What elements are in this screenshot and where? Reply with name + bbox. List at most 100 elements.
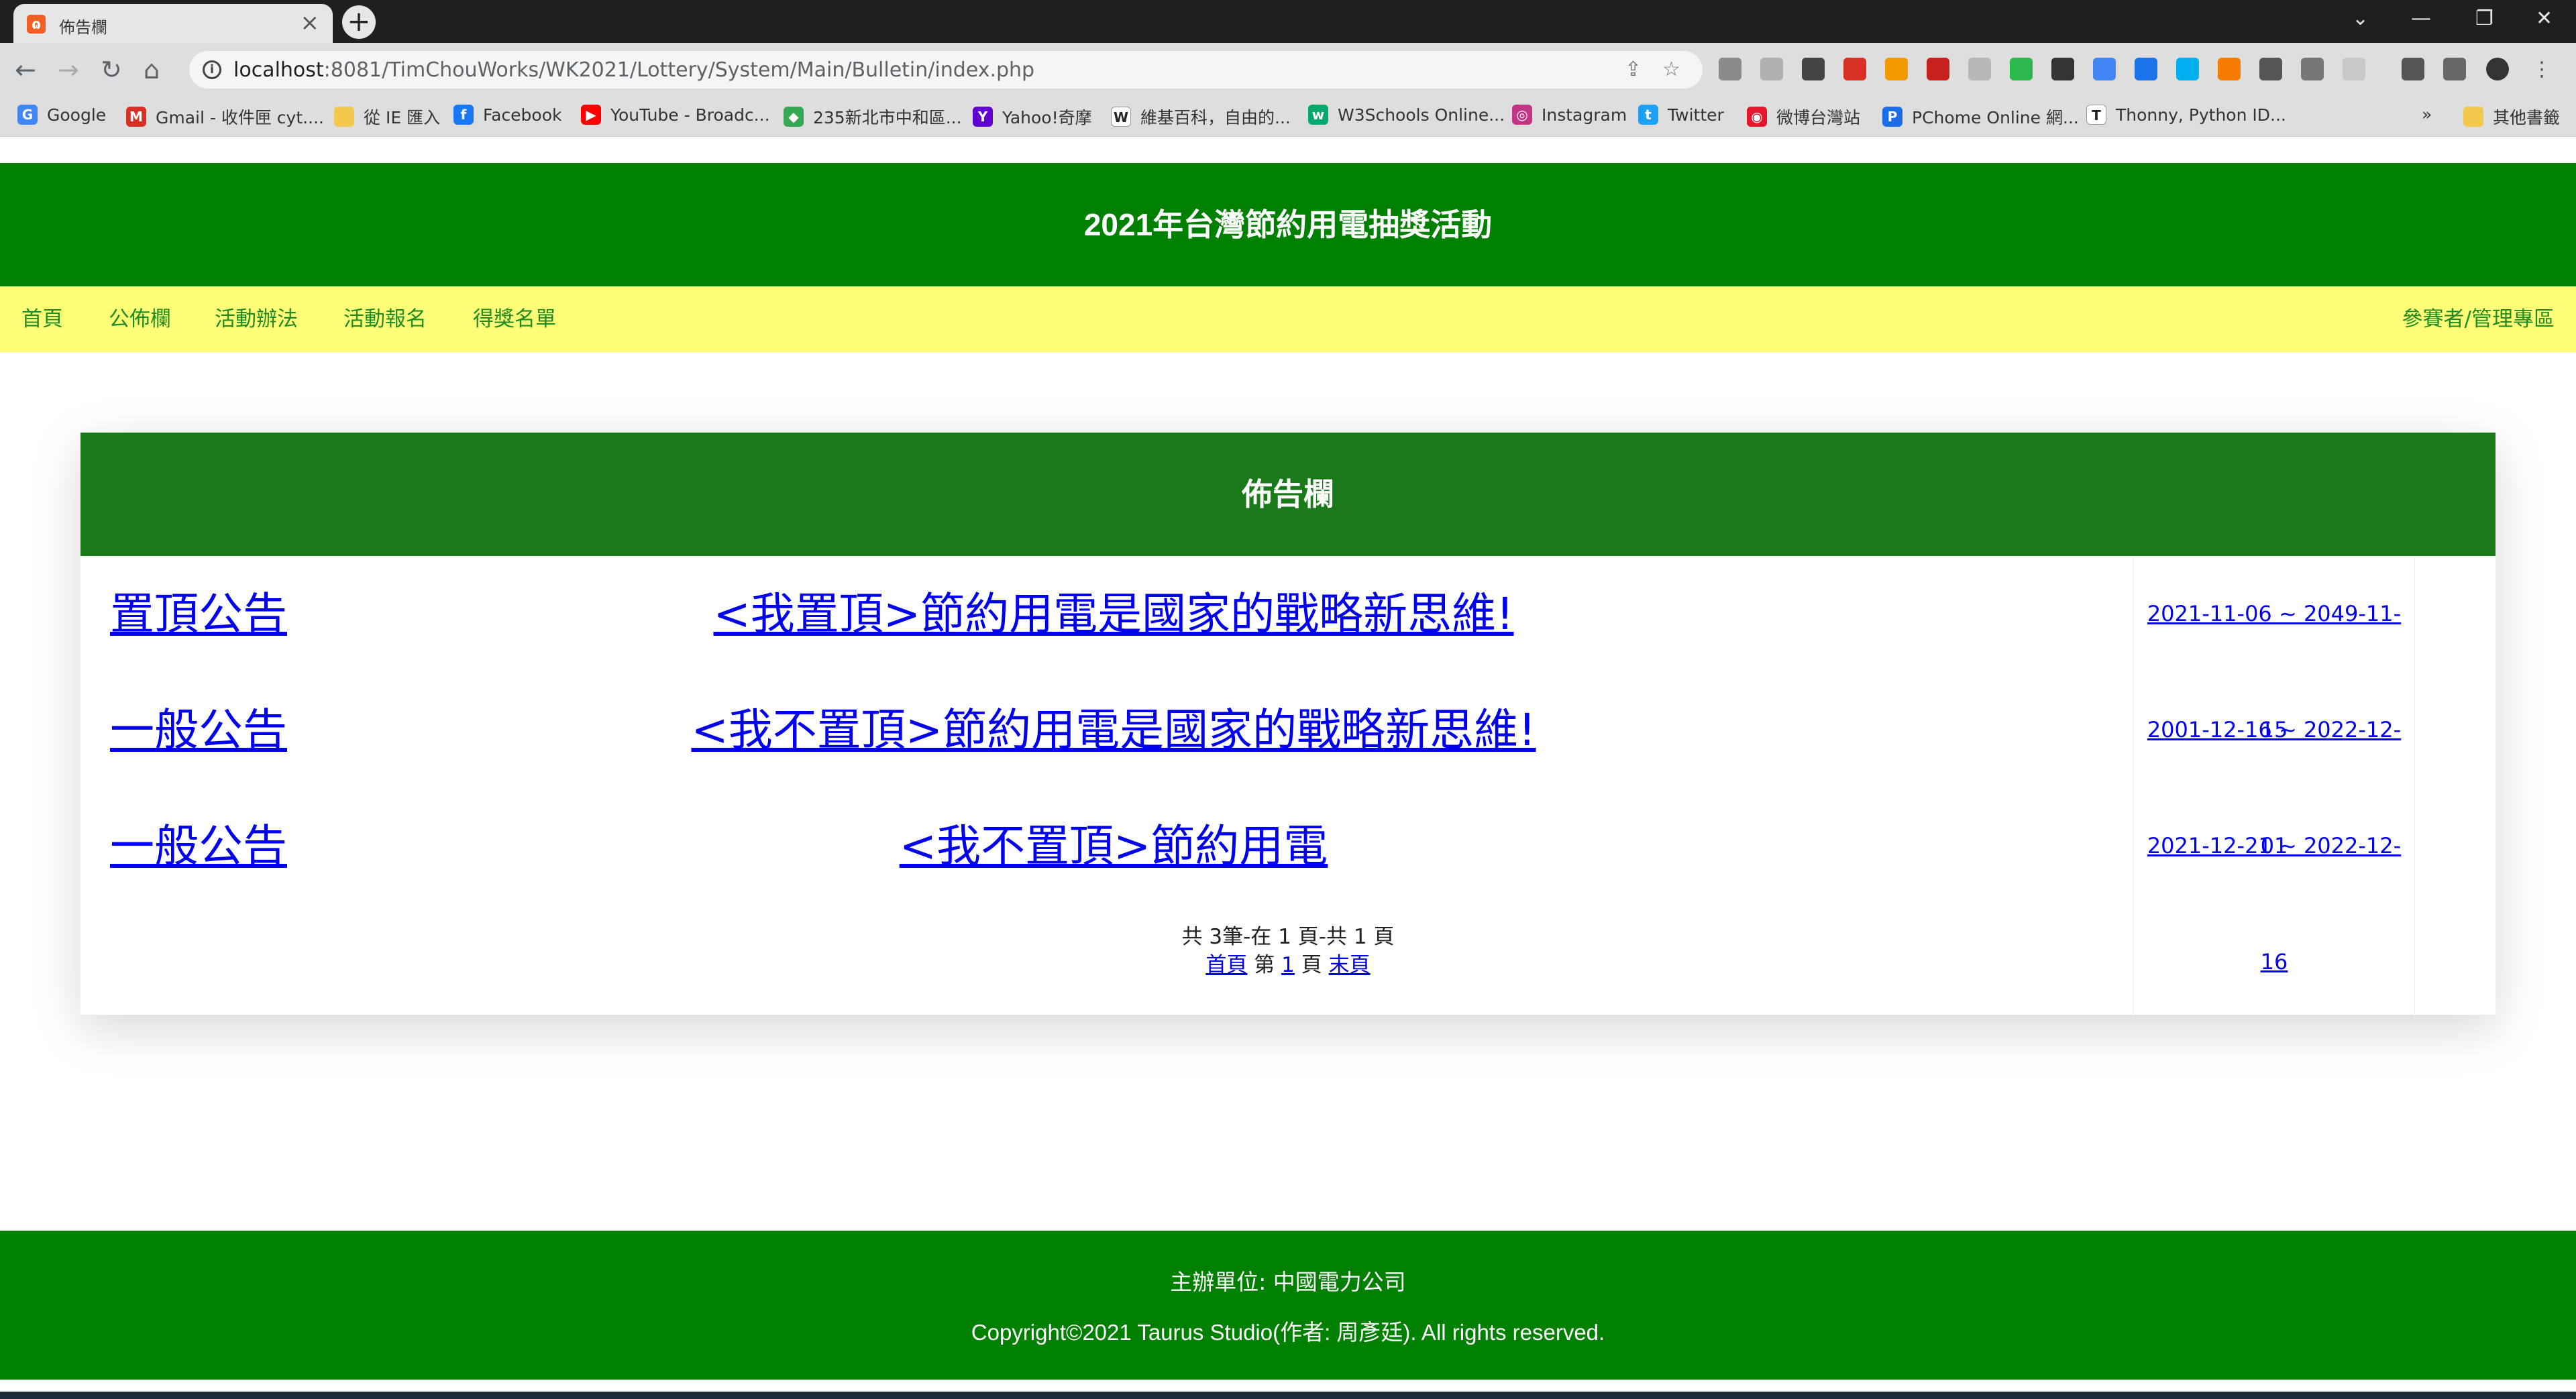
avatar[interactable]	[2486, 58, 2509, 80]
bulletin-panel: 佈告欄 置頂公告 <我置頂>節約用電是國家的戰略新思維! 2021-11-06 …	[80, 433, 2496, 1020]
skype-icon[interactable]	[2176, 58, 2199, 80]
bulletin-heading: 佈告欄	[80, 433, 2496, 556]
xampp-icon: ɷ	[27, 15, 46, 34]
extension-icon[interactable]	[2343, 58, 2365, 80]
bookmark-item[interactable]: 從 IE 匯入	[334, 105, 440, 129]
side-panel-icon[interactable]	[2443, 58, 2466, 80]
pager-text: 頁-共	[1297, 925, 1347, 949]
menu-icon[interactable]: ⋮	[2530, 58, 2553, 81]
bookmark-label: 從 IE 匯入	[364, 108, 441, 127]
back-arrow-icon[interactable]: ←	[15, 55, 36, 85]
bookmark-label: Gmail - 收件匣 cyt....	[156, 108, 324, 127]
gmail-icon: M	[126, 107, 146, 127]
bulletin-row: 置頂公告 <我置頂>節約用電是國家的戰略新思維! 2021-11-06 ~ 20…	[80, 556, 2496, 788]
nav-member-area[interactable]: 參賽者/管理專區	[2402, 286, 2555, 352]
extension-icon[interactable]	[1968, 58, 1991, 80]
bulletin-type-link[interactable]: 置頂公告	[110, 556, 287, 672]
pager-text: 頁	[1301, 953, 1322, 977]
minimize-button[interactable]: —	[2411, 4, 2431, 34]
bookmark-item[interactable]: ◉ 微博台灣站	[1747, 105, 1860, 129]
bulletin-type-link[interactable]: 一般公告	[110, 788, 287, 904]
bulletin-row: 一般公告 <我不置頂>節約用電 2021-12-21 ~ 2022-12-16	[80, 788, 2496, 1020]
reload-icon[interactable]: ↻	[101, 55, 122, 85]
url-text[interactable]: localhost:8081/TimChouWorks/WK2021/Lotte…	[233, 58, 1034, 82]
bookmark-item[interactable]: M Gmail - 收件匣 cyt....	[126, 105, 324, 129]
nav-winners[interactable]: 得獎名單	[473, 286, 556, 352]
bulletin-subject-link[interactable]: <我不置頂>節約用電	[282, 788, 1945, 904]
twitter-icon: t	[1638, 105, 1658, 125]
bookmarks-overflow[interactable]: »	[2422, 105, 2432, 124]
pchome-icon: P	[1882, 107, 1902, 127]
scholar-icon[interactable]	[2135, 58, 2157, 80]
maps-icon: ◆	[784, 107, 804, 127]
browser-tab-bar: ɷ 佈告欄 × + ⌄ — ❐ ✕	[0, 0, 2576, 43]
chat-icon[interactable]	[2259, 58, 2282, 80]
rss-icon[interactable]	[1885, 58, 1908, 80]
site-header: 2021年台灣節約用電抽獎活動	[0, 163, 2576, 286]
other-bookmarks-label: 其他書籤	[2493, 108, 2561, 127]
pager-text: 頁	[1373, 925, 1395, 949]
pager-last-link[interactable]: 末頁	[1329, 953, 1371, 977]
taskbar-edge	[0, 1392, 2576, 1399]
bulletin-dates-link[interactable]: 2021-12-21 ~ 2022-12-16	[2133, 788, 2415, 1020]
bulletin-row: 一般公告 <我不置頂>節約用電是國家的戰略新思維! 2001-12-16 ~ 2…	[80, 672, 2496, 904]
restore-button[interactable]: ❐	[2475, 4, 2493, 34]
share-icon[interactable]: ⇪	[1625, 58, 1642, 81]
site-info-icon[interactable]: i	[203, 60, 221, 79]
extension-icon[interactable]	[1760, 58, 1783, 80]
bookmark-item[interactable]: P PChome Online 網...	[1882, 105, 2079, 129]
youtube-icon: ▶	[581, 105, 601, 125]
instagram-icon: ◎	[1512, 105, 1532, 125]
pager-pages: 1	[1353, 925, 1367, 949]
other-bookmarks[interactable]: 其他書籤	[2463, 105, 2560, 129]
bookmark-item[interactable]: Y Yahoo!奇摩	[973, 105, 1092, 129]
google-icon: G	[17, 105, 38, 125]
bookmark-item[interactable]: ◆ 235新北市中和區...	[784, 105, 962, 129]
translate-icon[interactable]	[2093, 58, 2116, 80]
site-footer: 主辦單位: 中國電力公司 Copyright©2021 Taurus Studi…	[0, 1231, 2576, 1380]
terminal-icon[interactable]	[2051, 58, 2074, 80]
bookmark-item[interactable]: t Twitter	[1638, 105, 1724, 125]
bookmarks-bar: » 其他書籤 G Google M Gmail - 收件匣 cyt.... 從 IE 匯…	[0, 97, 2576, 137]
address-bar[interactable]: i localhost:8081/TimChouWorks/WK2021/Lot…	[189, 51, 1703, 89]
tab-close-icon[interactable]: ×	[301, 9, 320, 36]
pdf-icon[interactable]	[1927, 58, 1949, 80]
url-path: :8081/TimChouWorks/WK2021/Lottery/System…	[323, 58, 1035, 82]
extension-icon[interactable]	[1719, 58, 1741, 80]
bookmark-label: 235新北市中和區...	[813, 108, 962, 127]
bookmark-item[interactable]: T Thonny, Python ID...	[2086, 105, 2286, 125]
close-window-button[interactable]: ✕	[2536, 4, 2553, 34]
pager-text: 共	[1181, 925, 1203, 949]
browser-tab[interactable]: ɷ 佈告欄 ×	[13, 4, 333, 43]
nav-home[interactable]: 首頁	[21, 286, 63, 352]
bookmark-item[interactable]: f Facebook	[453, 105, 561, 125]
home-icon[interactable]: ⌂	[144, 55, 160, 85]
bulletin-type-link[interactable]: 一般公告	[110, 672, 287, 788]
bookmark-item[interactable]: G Google	[17, 105, 106, 125]
extension-icon[interactable]	[2218, 58, 2241, 80]
pager-summary: 共 3筆-在 1 頁-共 1 頁	[80, 919, 2496, 950]
nav-rules[interactable]: 活動辦法	[215, 286, 298, 352]
nav-bulletin[interactable]: 公佈欄	[109, 286, 171, 352]
evernote-icon[interactable]	[2010, 58, 2033, 80]
nav-signup[interactable]: 活動報名	[343, 286, 427, 352]
bookmark-item[interactable]: ▶ YouTube - Broadc...	[581, 105, 770, 125]
tab-search-icon[interactable]: ⌄	[2352, 4, 2369, 34]
gmail-checker-icon[interactable]	[1843, 58, 1866, 80]
bulletin-subject-link[interactable]: <我不置頂>節約用電是國家的戰略新思維!	[282, 672, 1945, 788]
bookmark-item[interactable]: W 維基百科，自由的...	[1111, 105, 1291, 129]
w3schools-icon: w	[1308, 105, 1328, 125]
pager-page-link[interactable]: 1	[1281, 953, 1295, 977]
extensions-puzzle-icon[interactable]	[2402, 58, 2424, 80]
bulletin-subject-link[interactable]: <我置頂>節約用電是國家的戰略新思維!	[282, 556, 1945, 672]
bookmark-item[interactable]: w W3Schools Online...	[1308, 105, 1505, 125]
new-tab-button[interactable]: +	[342, 5, 376, 39]
pager-first-link[interactable]: 首頁	[1205, 953, 1247, 977]
bookmark-item[interactable]: ◎ Instagram	[1512, 105, 1627, 125]
shield-icon[interactable]	[2301, 58, 2324, 80]
extension-icon[interactable]	[1802, 58, 1825, 80]
facebook-icon: f	[453, 105, 474, 125]
bookmark-star-icon[interactable]: ☆	[1662, 58, 1680, 81]
url-host: localhost	[233, 58, 324, 82]
forward-arrow-icon[interactable]: →	[58, 55, 79, 85]
